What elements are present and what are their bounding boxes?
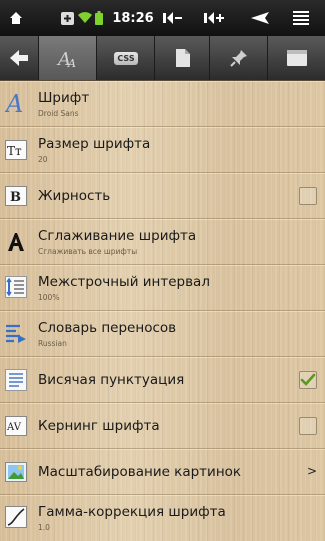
back-icon[interactable] (247, 8, 271, 28)
setting-hanging-punctuation[interactable]: Висячая пунктуация (0, 356, 325, 403)
tab-font[interactable]: A A (38, 36, 97, 80)
setting-title: Словарь переносов (38, 320, 177, 336)
settings-toolbar: A A CSS (0, 36, 325, 81)
page-icon (175, 49, 190, 67)
back-arrow-icon (10, 50, 28, 66)
svg-text:B: B (10, 190, 21, 205)
status-bar: 18:26 (0, 0, 325, 36)
tab-controls[interactable] (209, 36, 268, 80)
home-icon[interactable] (8, 8, 24, 28)
setting-font[interactable]: A Шрифт Droid Sans (0, 80, 325, 127)
volume-down-icon[interactable] (162, 8, 184, 28)
pin-icon (230, 50, 247, 67)
antialiasing-icon (4, 230, 28, 254)
setting-title: Кернинг шрифта (38, 418, 160, 434)
battery-icon (94, 8, 104, 28)
image-icon (4, 460, 28, 484)
setting-image-scaling[interactable]: Масштабирование картинок > (0, 448, 325, 495)
back-button[interactable] (0, 36, 38, 80)
tab-page[interactable] (154, 36, 210, 80)
setting-title: Жирность (38, 188, 111, 204)
setting-value: 100% (38, 293, 60, 302)
status-time: 18:26 (112, 10, 154, 26)
hanging-punctuation-icon (4, 368, 28, 392)
setting-hyphenation[interactable]: Словарь переносов Russian (0, 310, 325, 357)
setting-kerning[interactable]: AV Кернинг шрифта (0, 402, 325, 449)
hyphenation-icon (4, 322, 28, 346)
setting-font-size[interactable]: Tт Размер шрифта 20 (0, 126, 325, 173)
setting-title: Висячая пунктуация (38, 372, 185, 388)
svg-text:Tт: Tт (7, 144, 22, 158)
kerning-icon: AV (4, 414, 28, 438)
svg-text:AV: AV (6, 422, 22, 433)
tab-css[interactable]: CSS (96, 36, 155, 80)
svg-text:A: A (5, 91, 23, 115)
setting-value: 20 (38, 155, 48, 164)
wifi-icon (78, 8, 92, 28)
font-icon: A A (56, 49, 76, 69)
setting-gamma[interactable]: Гамма-коррекция шрифта 1.0 (0, 494, 325, 541)
font-face-icon: A (4, 91, 28, 115)
volume-up-icon[interactable] (203, 8, 227, 28)
setting-title: Сглаживание шрифта (38, 228, 197, 244)
bold-icon: B (4, 184, 28, 208)
font-size-icon: Tт (4, 138, 28, 162)
kerning-checkbox[interactable] (299, 417, 317, 435)
setting-value: Сглаживать все шрифты (38, 247, 138, 256)
add-icon (60, 8, 74, 28)
setting-value: 1.0 (38, 523, 50, 532)
setting-line-spacing[interactable]: Межстрочный интервал 100% (0, 264, 325, 311)
setting-bold[interactable]: B Жирность (0, 172, 325, 219)
gamma-curve-icon (4, 505, 28, 529)
svg-text:A: A (67, 57, 76, 69)
chevron-right-icon: > (306, 464, 317, 478)
tab-window[interactable] (267, 36, 325, 80)
menu-icon[interactable] (292, 8, 310, 28)
setting-value: Droid Sans (38, 109, 79, 118)
checkmark-icon (300, 373, 316, 386)
setting-value: Russian (38, 339, 67, 348)
setting-title: Масштабирование картинок (38, 464, 242, 480)
setting-title: Гамма-коррекция шрифта (38, 504, 226, 520)
setting-title: Шрифт (38, 90, 90, 106)
line-spacing-icon (4, 275, 28, 299)
window-icon (287, 50, 307, 66)
setting-title: Размер шрифта (38, 136, 151, 152)
setting-antialiasing[interactable]: Сглаживание шрифта Сглаживать все шрифты (0, 218, 325, 265)
setting-title: Межстрочный интервал (38, 274, 210, 290)
hanging-punctuation-checkbox[interactable] (299, 371, 317, 389)
bold-checkbox[interactable] (299, 187, 317, 205)
css-icon: CSS (114, 51, 138, 65)
